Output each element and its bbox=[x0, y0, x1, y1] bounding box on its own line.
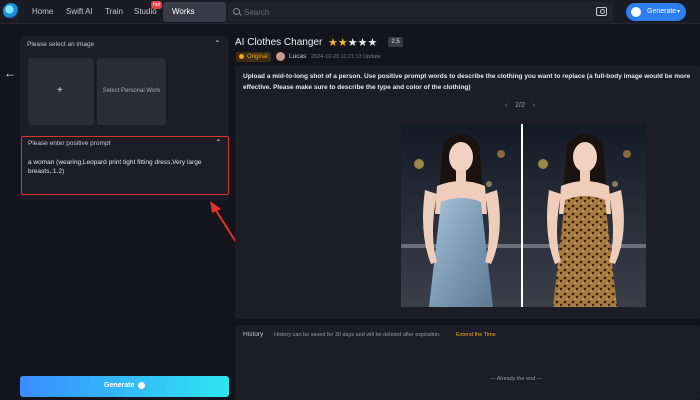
end-of-list-text: — Already the end — bbox=[490, 376, 543, 382]
star-icon[interactable]: ★ bbox=[348, 37, 358, 49]
rating-value: 2.5 bbox=[388, 37, 403, 47]
after-image bbox=[523, 124, 646, 307]
upload-image-button[interactable]: + bbox=[28, 58, 94, 125]
plus-icon: + bbox=[57, 85, 63, 96]
prev-icon[interactable]: ‹ bbox=[505, 102, 507, 109]
generate-top-button[interactable]: Generate ▾ bbox=[626, 3, 686, 21]
before-image bbox=[401, 124, 521, 307]
prompt-title: Please enter positive prompt bbox=[28, 140, 111, 147]
star-icon[interactable]: ★ bbox=[368, 37, 378, 49]
select-image-title: Please select an image bbox=[27, 41, 95, 48]
next-icon[interactable]: › bbox=[533, 102, 535, 109]
image-pager: ‹ 2/2 › bbox=[505, 102, 535, 109]
history-title: History bbox=[243, 331, 264, 338]
extend-time-link[interactable]: Extend the Time bbox=[456, 332, 496, 338]
app-logo-icon[interactable] bbox=[3, 3, 19, 19]
updated-timestamp: 2024-10-20 11:21:13 Update bbox=[311, 54, 381, 60]
generate-icon bbox=[138, 382, 145, 389]
badge-label: Original bbox=[247, 53, 268, 60]
star-icon[interactable]: ★ bbox=[338, 37, 348, 49]
nav-home[interactable]: Home bbox=[32, 7, 53, 16]
prompt-field[interactable]: Please enter positive prompt ⌃ a woman (… bbox=[21, 136, 229, 195]
top-navigation-bar: Home Swift AI Train Studio hot Works Sea… bbox=[0, 0, 700, 24]
avatar[interactable] bbox=[276, 52, 285, 61]
prompt-input[interactable]: a woman (wearing,Leopard print tight fit… bbox=[28, 158, 214, 176]
history-panel: History History can be saved for 30 days… bbox=[235, 325, 700, 400]
tab-works-label: Works bbox=[172, 7, 195, 16]
star-icon[interactable]: ★ bbox=[328, 37, 338, 49]
generate-icon bbox=[631, 7, 641, 17]
search-placeholder: Search bbox=[244, 8, 270, 17]
generate-label: Generate bbox=[104, 382, 135, 389]
description-text: Upload a mid-to-long shot of a person. U… bbox=[243, 73, 691, 91]
history-note: History can be saved for 30 days and wil… bbox=[274, 332, 441, 338]
collapse-icon[interactable]: ⌃ bbox=[214, 39, 221, 48]
camera-icon[interactable] bbox=[596, 7, 607, 16]
search-icon bbox=[233, 8, 240, 15]
page-indicator: 2/2 bbox=[515, 102, 525, 109]
select-personal-work-button[interactable]: Select Personal Work bbox=[97, 58, 166, 125]
personal-work-label: Select Personal Work bbox=[102, 88, 161, 94]
description-panel: Upload a mid-to-long shot of a person. U… bbox=[235, 66, 700, 319]
search-input[interactable]: Search bbox=[228, 2, 613, 22]
chevron-down-icon[interactable]: ▾ bbox=[677, 8, 680, 15]
original-badge: Original bbox=[236, 52, 271, 62]
badge-icon bbox=[239, 54, 244, 59]
generate-button[interactable]: Generate bbox=[20, 376, 229, 397]
nav-train[interactable]: Train bbox=[105, 7, 123, 16]
star-rating[interactable]: ★★★★★ bbox=[328, 36, 377, 49]
star-icon[interactable]: ★ bbox=[358, 37, 368, 49]
hot-badge: hot bbox=[151, 1, 162, 9]
back-arrow-icon[interactable]: ← bbox=[4, 66, 16, 80]
collapse-icon[interactable]: ⌃ bbox=[215, 138, 222, 147]
tab-works[interactable]: Works bbox=[163, 2, 226, 22]
generate-top-label: Generate bbox=[647, 8, 677, 15]
page-title: AI Clothes Changer bbox=[235, 37, 323, 48]
nav-swift-ai[interactable]: Swift AI bbox=[66, 7, 93, 16]
author-name[interactable]: Lucas bbox=[289, 53, 306, 60]
